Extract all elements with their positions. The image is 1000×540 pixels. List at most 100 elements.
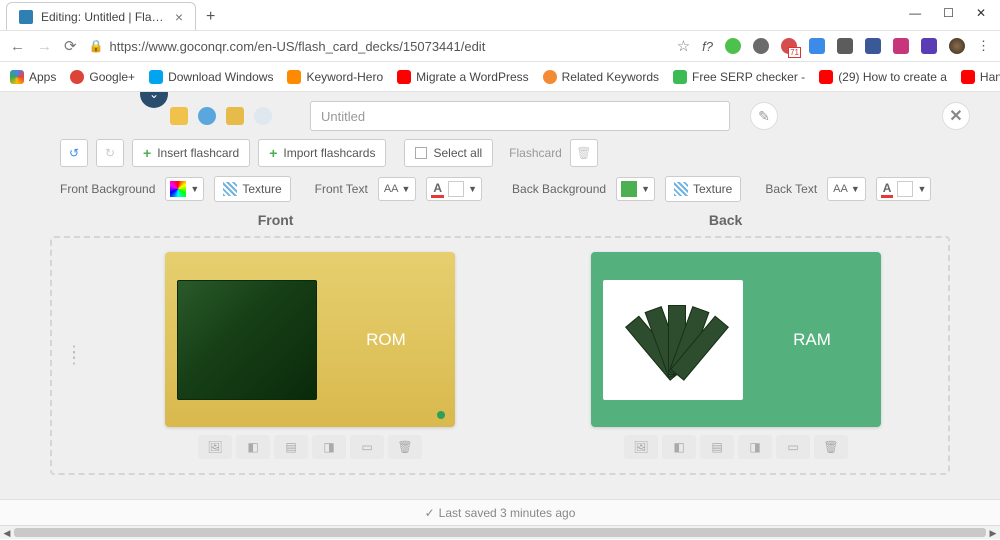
front-card-text: ROM: [317, 330, 455, 350]
front-header: Front: [258, 212, 294, 228]
tab-close-icon[interactable]: ×: [175, 9, 183, 25]
bookmark-apps[interactable]: Apps: [10, 70, 56, 84]
back-text-label: Back Text: [765, 182, 817, 196]
ext-icon[interactable]: 71: [781, 38, 797, 54]
ext-icon[interactable]: [837, 38, 853, 54]
horizontal-scrollbar[interactable]: ◀ ▶: [0, 525, 1000, 539]
tool-icon[interactable]: [198, 107, 216, 125]
bookmark-item[interactable]: (29) How to create a: [819, 70, 947, 84]
front-font-button[interactable]: AA▼: [378, 177, 417, 201]
tab-favicon: [19, 10, 33, 24]
tool-icon[interactable]: [170, 107, 188, 125]
select-all-button[interactable]: Select all: [404, 139, 493, 167]
ext-icon[interactable]: [809, 38, 825, 54]
cards-area: Front Back ⋮⋮ ROM 🖼 ◧ ▤ ◨ ▭ 🗑: [0, 206, 1000, 499]
bookmark-item[interactable]: Related Keywords: [543, 70, 659, 84]
back-card-tools: 🖼 ◧ ▤ ◨ ▭ 🗑: [624, 435, 848, 459]
search-icon[interactable]: [254, 107, 272, 125]
lock-icon: 🔒: [89, 39, 104, 53]
url-field[interactable]: 🔒 https://www.goconqr.com/en-US/flash_ca…: [89, 39, 665, 54]
ext-icon[interactable]: f?: [702, 39, 713, 54]
front-card-column: ROM 🖼 ◧ ▤ ◨ ▭ 🗑: [112, 252, 508, 459]
layout-right-icon[interactable]: ◨: [312, 435, 346, 459]
layout-full-icon[interactable]: ▭: [350, 435, 384, 459]
plus-icon: +: [143, 145, 151, 161]
layout-full-icon[interactable]: ▭: [776, 435, 810, 459]
extension-icons: f? 71 ⋮: [702, 38, 990, 54]
layout-right-icon[interactable]: ◨: [738, 435, 772, 459]
import-flashcards-button[interactable]: +Import flashcards: [258, 139, 386, 167]
window-maximize[interactable]: ☐: [943, 6, 954, 20]
layout-center-icon[interactable]: ▤: [274, 435, 308, 459]
bookmark-item[interactable]: Google+: [70, 70, 135, 84]
toolbar-primary: ↺ ↻ +Insert flashcard +Import flashcards…: [0, 136, 1000, 170]
layout-left-icon[interactable]: ◧: [236, 435, 270, 459]
bookmark-item[interactable]: Migrate a WordPress: [397, 70, 528, 84]
status-text: Last saved 3 minutes ago: [439, 506, 576, 520]
back-card-text: RAM: [743, 330, 881, 350]
app-content: ⌄ Untitled ✎ ✕ ↺ ↻ +Insert flashcard +Im…: [0, 92, 1000, 525]
back-bg-color[interactable]: ▼: [616, 177, 655, 201]
nav-forward-icon[interactable]: →: [37, 38, 52, 55]
status-dot-icon: [437, 411, 445, 419]
deck-title-input[interactable]: Untitled: [310, 101, 730, 131]
delete-flashcard-button[interactable]: 🗑: [570, 139, 598, 167]
nav-back-icon[interactable]: ←: [10, 38, 25, 55]
flashcard-label: Flashcard: [509, 146, 562, 160]
browser-address-bar: ← → ⟳ 🔒 https://www.goconqr.com/en-US/fl…: [0, 30, 1000, 62]
ext-icon[interactable]: [725, 38, 741, 54]
bookmark-item[interactable]: Hang Ups (Want You: [961, 70, 1000, 84]
drag-handle-icon[interactable]: ⋮⋮: [66, 350, 82, 362]
profile-avatar[interactable]: [949, 38, 965, 54]
front-text-label: Front Text: [315, 182, 368, 196]
front-text-color[interactable]: A▼: [426, 177, 482, 201]
browser-tabstrip: Editing: Untitled | Flashcards × +: [0, 0, 1000, 30]
share-button[interactable]: ✎: [750, 102, 778, 130]
ext-icon[interactable]: [753, 38, 769, 54]
front-card[interactable]: ROM: [165, 252, 455, 427]
scroll-left-icon[interactable]: ◀: [0, 526, 14, 540]
browser-tab[interactable]: Editing: Untitled | Flashcards ×: [6, 2, 196, 30]
ext-icon[interactable]: [893, 38, 909, 54]
close-editor-button[interactable]: ✕: [942, 102, 970, 130]
deck-titlebar: Untitled ✎ ✕: [0, 96, 1000, 136]
back-font-button[interactable]: AA▼: [827, 177, 866, 201]
bookmark-item[interactable]: Download Windows: [149, 70, 273, 84]
bookmark-star-icon[interactable]: ☆: [677, 37, 690, 55]
new-tab-button[interactable]: +: [206, 8, 215, 30]
back-header: Back: [709, 212, 742, 228]
front-texture-button[interactable]: Texture: [214, 176, 290, 202]
nav-reload-icon[interactable]: ⟳: [64, 37, 77, 55]
window-close[interactable]: ✕: [976, 6, 986, 20]
back-bg-label: Back Background: [512, 182, 606, 196]
scrollbar-thumb[interactable]: [14, 528, 986, 537]
front-bg-color[interactable]: ▼: [165, 177, 204, 201]
redo-button[interactable]: ↻: [96, 139, 124, 167]
back-card-image: [603, 280, 743, 400]
delete-icon[interactable]: 🗑: [388, 435, 422, 459]
back-text-color[interactable]: A▼: [876, 177, 932, 201]
bookmark-item[interactable]: Free SERP checker -: [673, 70, 805, 84]
back-card-column: RAM 🖼 ◧ ▤ ◨ ▭ 🗑: [538, 252, 934, 459]
front-card-image: [177, 280, 317, 400]
check-icon: ✓: [425, 506, 435, 520]
back-card[interactable]: RAM: [591, 252, 881, 427]
image-tool-icon[interactable]: 🖼: [624, 435, 658, 459]
flashcard-row[interactable]: ⋮⋮ ROM 🖼 ◧ ▤ ◨ ▭ 🗑: [50, 236, 950, 475]
image-tool-icon[interactable]: 🖼: [198, 435, 232, 459]
browser-menu-icon[interactable]: ⋮: [977, 38, 990, 54]
scroll-right-icon[interactable]: ▶: [986, 526, 1000, 540]
toolbar-style: Front Background ▼ Texture Front Text AA…: [0, 172, 1000, 206]
ext-icon[interactable]: [921, 38, 937, 54]
layout-center-icon[interactable]: ▤: [700, 435, 734, 459]
layout-left-icon[interactable]: ◧: [662, 435, 696, 459]
plus-icon: +: [269, 145, 277, 161]
ext-icon[interactable]: [865, 38, 881, 54]
tool-icon[interactable]: [226, 107, 244, 125]
bookmark-item[interactable]: Keyword-Hero: [287, 70, 383, 84]
insert-flashcard-button[interactable]: +Insert flashcard: [132, 139, 250, 167]
delete-icon[interactable]: 🗑: [814, 435, 848, 459]
window-minimize[interactable]: —: [909, 6, 921, 20]
undo-button[interactable]: ↺: [60, 139, 88, 167]
back-texture-button[interactable]: Texture: [665, 176, 741, 202]
